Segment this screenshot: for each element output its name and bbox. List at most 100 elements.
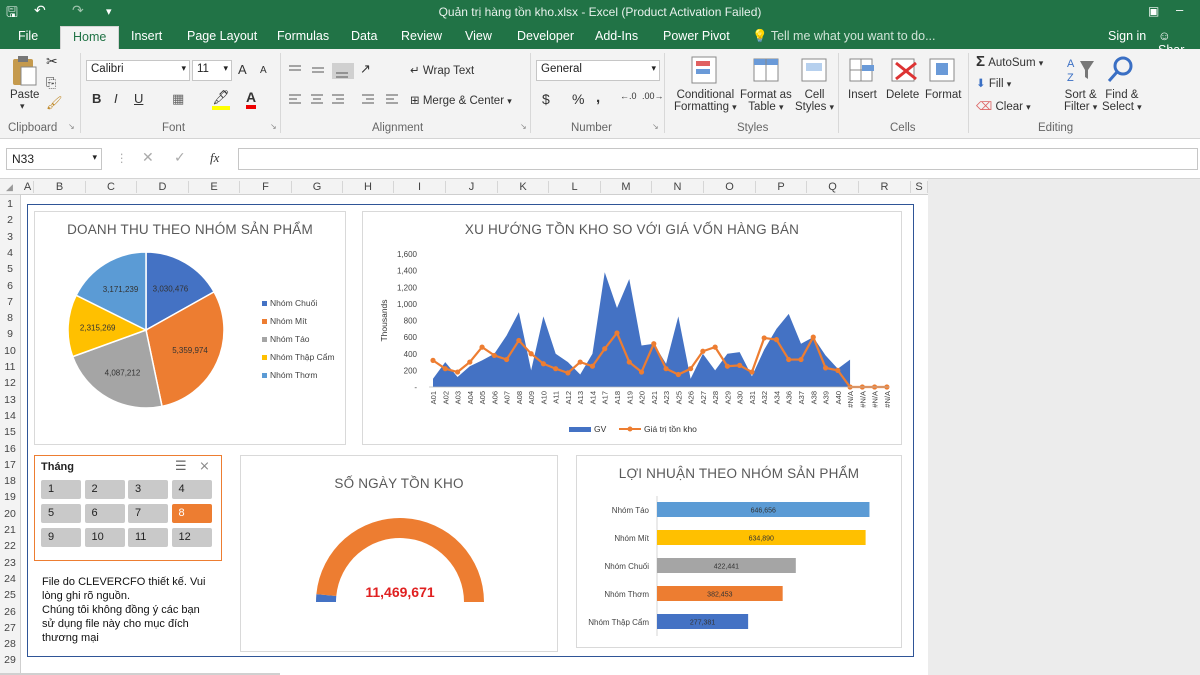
font-launcher-icon[interactable]: ↘ (270, 122, 277, 131)
inventory-point[interactable] (798, 356, 804, 363)
clear-filter-icon[interactable]: ⨯ (199, 458, 210, 474)
fill-color-icon[interactable]: 🖋 (212, 89, 230, 110)
find-select-icon[interactable] (1106, 55, 1136, 85)
row-header-28[interactable]: 28 (0, 638, 20, 650)
inventory-point[interactable] (467, 359, 473, 365)
column-header-M[interactable]: M (601, 181, 652, 193)
tab-page-layout[interactable]: Page Layout (187, 29, 257, 43)
inventory-point[interactable] (540, 361, 546, 367)
horizontal-align-icons[interactable] (288, 93, 404, 107)
wrap-text-button[interactable]: ↵ Wrap Text (410, 63, 474, 77)
enter-icon[interactable]: ✓ (174, 149, 186, 166)
slicer-item[interactable]: 11 (128, 528, 168, 547)
inventory-point[interactable] (614, 330, 620, 336)
inventory-point[interactable] (479, 344, 485, 350)
slicer-item[interactable]: 12 (171, 528, 212, 547)
delete-button[interactable]: Delete (886, 89, 919, 101)
conditional-formatting-icon[interactable] (690, 55, 720, 85)
name-box[interactable]: N33 ▾ (6, 148, 102, 170)
insert-button[interactable]: Insert (848, 89, 877, 101)
slicer-item[interactable]: 2 (84, 480, 125, 499)
row-header-25[interactable]: 25 (0, 589, 20, 601)
row-header-20[interactable]: 20 (0, 508, 20, 520)
row-header-21[interactable]: 21 (0, 524, 20, 536)
inventory-point[interactable] (442, 366, 448, 372)
format-cells-icon[interactable] (928, 55, 958, 85)
shrink-font-button[interactable]: A (260, 65, 267, 76)
row-header-10[interactable]: 10 (0, 345, 20, 357)
row-header-14[interactable]: 14 (0, 410, 20, 422)
inventory-point[interactable] (504, 356, 510, 363)
paste-button[interactable]: Paste (10, 89, 39, 101)
tell-me-search[interactable]: 💡 Tell me what you want to do... (752, 29, 936, 44)
tab-developer[interactable]: Developer (517, 29, 574, 43)
tab-data[interactable]: Data (351, 29, 377, 43)
column-header-N[interactable]: N (652, 181, 704, 193)
inventory-point[interactable] (675, 371, 681, 378)
row-header-11[interactable]: 11 (0, 361, 20, 373)
inventory-point[interactable] (491, 352, 497, 359)
cut-icon[interactable]: ✂ (46, 53, 58, 70)
row-header-29[interactable]: 29 (0, 654, 20, 666)
column-header-O[interactable]: O (704, 181, 756, 193)
column-header-Q[interactable]: Q (807, 181, 859, 193)
merge-center-button[interactable]: ⊞ Merge & Center ▾ (410, 93, 512, 107)
row-header-18[interactable]: 18 (0, 475, 20, 487)
profit-chart-panel[interactable]: LỢI NHUẬN THEO NHÓM SẢN PHẨM 646,656 Nhóm… (576, 455, 902, 648)
column-header-J[interactable]: J (446, 181, 498, 193)
tab-power-pivot[interactable]: Power Pivot (663, 29, 730, 43)
column-header-K[interactable]: K (498, 181, 549, 193)
row-header-17[interactable]: 17 (0, 459, 20, 471)
inventory-point[interactable] (700, 348, 706, 354)
row-header-15[interactable]: 15 (0, 426, 20, 438)
minimize-icon[interactable]: ‒ (1176, 2, 1183, 17)
slicer-item[interactable]: 3 (128, 480, 168, 499)
row-header-19[interactable]: 19 (0, 491, 20, 503)
inventory-point[interactable] (565, 370, 571, 376)
font-color-icon[interactable]: A (246, 89, 257, 109)
percent-button[interactable]: % (572, 91, 584, 107)
inventory-point[interactable] (712, 344, 718, 350)
vertical-align-icons[interactable] (288, 63, 358, 79)
row-header-23[interactable]: 23 (0, 557, 20, 569)
clear-button[interactable]: ⌫ Clear ▾ (976, 99, 1031, 113)
inventory-point[interactable] (626, 359, 632, 365)
column-header-F[interactable]: F (240, 181, 292, 193)
row-header-24[interactable]: 24 (0, 573, 20, 585)
number-launcher-icon[interactable]: ↘ (652, 122, 659, 131)
slicer-item[interactable]: 1 (41, 480, 81, 499)
row-header-5[interactable]: 5 (0, 263, 20, 275)
paste-icon[interactable] (10, 55, 38, 87)
gauge-panel[interactable]: SỐ NGÀY TỒN KHO 11,469,671 (240, 455, 558, 652)
autosum-button[interactable]: Σ AutoSum ▾ (976, 53, 1043, 70)
tab-add-ins[interactable]: Add-Ins (595, 29, 638, 43)
copy-icon[interactable]: ⎘ (46, 75, 56, 91)
inventory-point[interactable] (822, 365, 829, 371)
inventory-point[interactable] (430, 357, 436, 363)
borders-icon[interactable]: ▦ (172, 91, 184, 107)
row-header-7[interactable]: 7 (0, 296, 20, 308)
tab-file[interactable]: File (18, 29, 38, 43)
inventory-point[interactable] (737, 362, 743, 368)
tab-home[interactable]: Home (60, 26, 120, 49)
insert-cells-icon[interactable] (848, 55, 878, 85)
insert-function-button[interactable]: fx (210, 150, 219, 166)
row-header-6[interactable]: 6 (0, 280, 20, 292)
format-painter-icon[interactable]: 🖌 (46, 95, 63, 111)
row-header-3[interactable]: 3 (0, 231, 20, 243)
font-size-select[interactable]: 11 ▾ (192, 60, 232, 81)
column-header-R[interactable]: R (859, 181, 911, 193)
format-button[interactable]: Format (925, 89, 961, 101)
format-as-table-icon[interactable] (752, 55, 782, 85)
number-format-select[interactable]: General ▾ (536, 60, 660, 81)
row-header-12[interactable]: 12 (0, 377, 20, 389)
inventory-point[interactable] (688, 366, 694, 372)
inventory-point[interactable] (724, 363, 730, 369)
inventory-point[interactable] (602, 346, 608, 352)
fill-button[interactable]: ⬇ Fill ▾ (976, 76, 1011, 90)
inventory-point[interactable] (749, 369, 755, 375)
bold-button[interactable]: B (92, 91, 101, 106)
column-header-S[interactable]: S (911, 181, 928, 193)
conditional-formatting-button[interactable]: Conditional Formatting ▾ (674, 89, 737, 113)
inventory-point[interactable] (663, 366, 669, 372)
